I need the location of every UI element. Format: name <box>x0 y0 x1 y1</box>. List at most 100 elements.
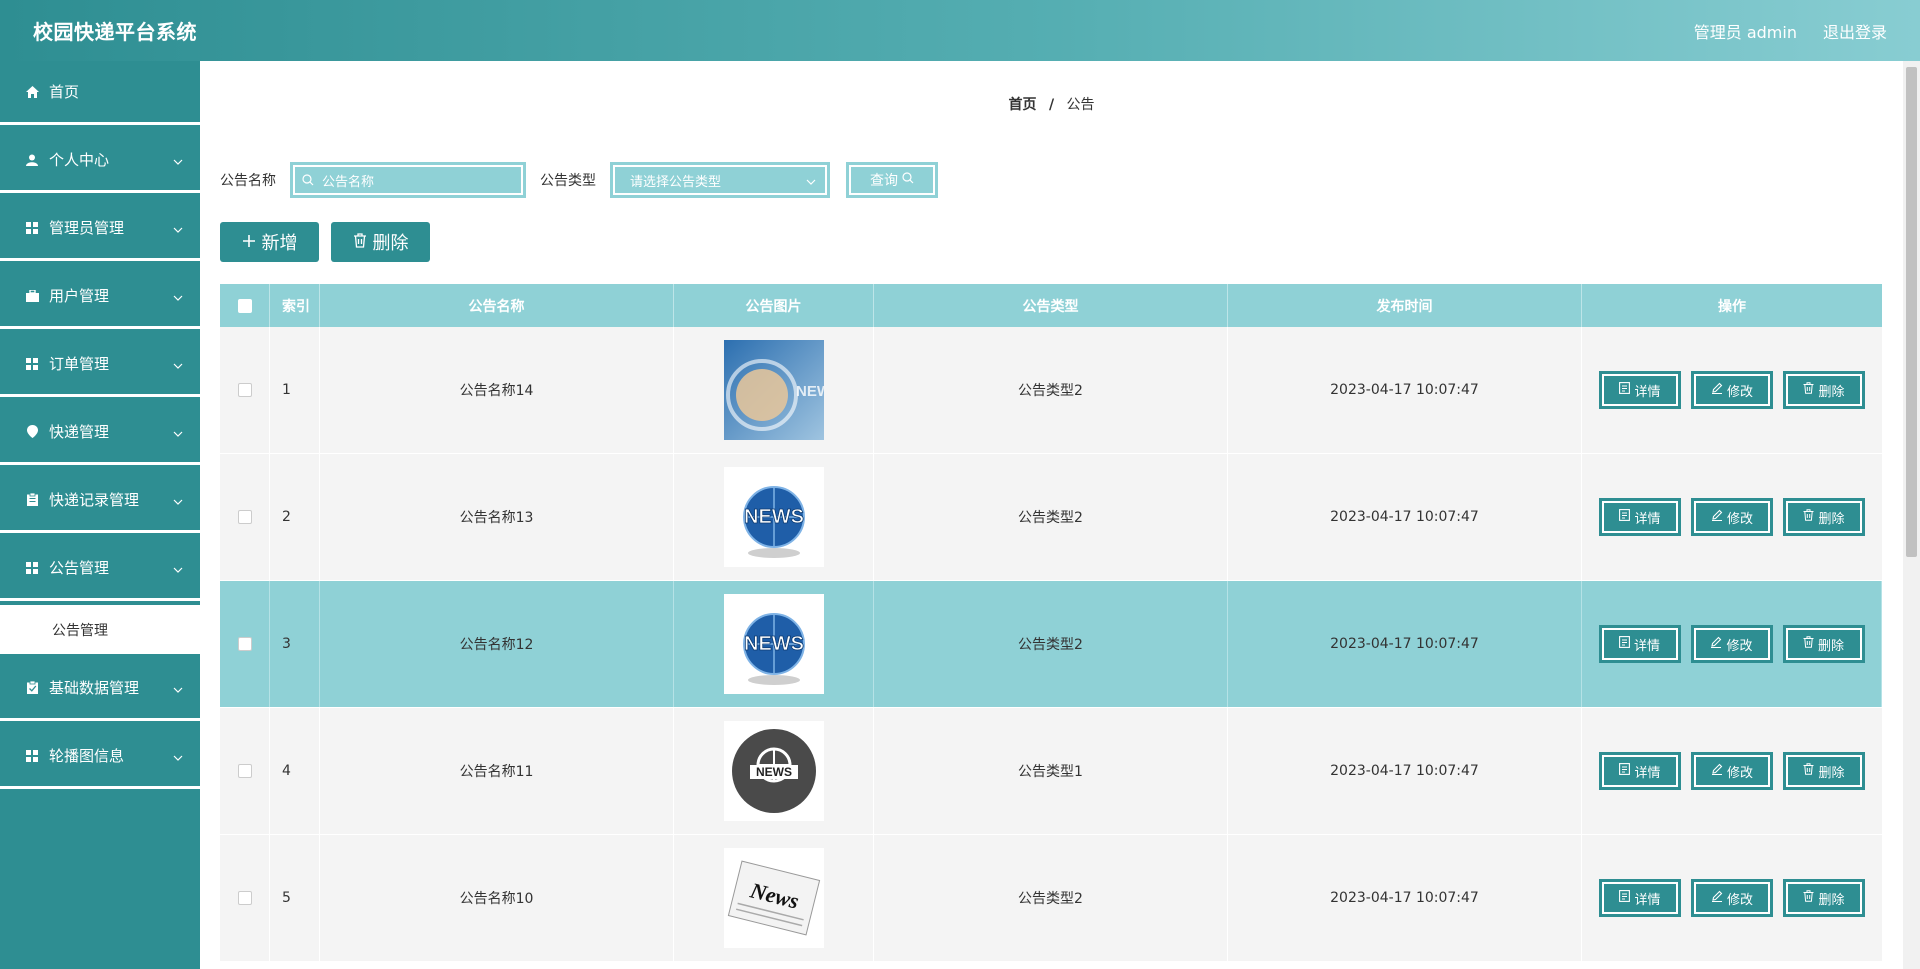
sidebar-item-basic-data-management[interactable]: 基础数据管理 <box>0 657 200 721</box>
row-checkbox[interactable] <box>237 637 252 651</box>
sidebar-item-express-record-management[interactable]: 快递记录管理 <box>0 469 200 533</box>
notice-name-label: 公告名称 <box>220 173 276 189</box>
row-delete-button[interactable]: 删除 <box>1783 371 1865 409</box>
table-row[interactable]: 3 公告名称12 NEWS 公告类型2 2023-04-17 10:07:47 详情 修改 删… <box>220 581 1882 708</box>
sidebar-item-notice-management[interactable]: 公告管理 <box>0 537 200 601</box>
action-row: 新增 删除 <box>220 222 430 262</box>
detail-button[interactable]: 详情 <box>1599 371 1681 409</box>
chevron-down-icon <box>172 494 184 506</box>
row-notice-type: 公告类型2 <box>874 581 1228 707</box>
row-delete-button-label: 删除 <box>1818 384 1845 400</box>
sidebar-item-label: 管理员管理 <box>49 219 125 237</box>
detail-button[interactable]: 详情 <box>1599 752 1681 790</box>
detail-button[interactable]: 详情 <box>1599 879 1681 917</box>
header-ops: 操作 <box>1718 298 1746 315</box>
row-checkbox[interactable] <box>237 891 252 905</box>
grid-icon <box>25 749 39 763</box>
notice-thumbnail[interactable]: NEWS <box>723 467 824 567</box>
sidebar-item-admin-management[interactable]: 管理员管理 <box>0 197 200 261</box>
detail-button[interactable]: 详情 <box>1598 625 1681 663</box>
row-select-cell[interactable] <box>220 581 270 707</box>
row-delete-button[interactable]: 删除 <box>1783 498 1865 536</box>
row-select-cell[interactable] <box>220 454 270 580</box>
trash-icon <box>1803 509 1814 525</box>
sidebar-item-express-management[interactable]: 快递管理 <box>0 401 200 465</box>
sidebar-item-label: 个人中心 <box>49 151 110 169</box>
edit-button[interactable]: 修改 <box>1690 625 1773 663</box>
pencil-icon <box>1710 636 1722 652</box>
row-checkbox[interactable] <box>237 383 252 397</box>
row-checkbox[interactable] <box>237 510 252 524</box>
row-index: 4 <box>270 708 320 834</box>
header-select-all[interactable] <box>220 284 270 327</box>
row-delete-button[interactable]: 删除 <box>1783 752 1865 790</box>
row-image-cell: NEWS <box>674 454 874 580</box>
chevron-down-icon <box>172 750 184 762</box>
breadcrumb-home[interactable]: 首页 <box>1008 97 1036 113</box>
home-icon <box>25 85 39 99</box>
sidebar-item-carousel-info[interactable]: 轮播图信息 <box>0 725 200 789</box>
edit-button-label: 修改 <box>1726 384 1753 400</box>
pencil-icon <box>1711 890 1723 906</box>
table-row[interactable]: 2 公告名称13 NEWS 公告类型2 2023-04-17 10:07:47 详情 修改 删… <box>220 454 1882 581</box>
row-delete-button[interactable]: 删除 <box>1782 625 1865 663</box>
add-button-label: 新增 <box>261 233 298 254</box>
page-scrollbar[interactable] <box>1903 61 1920 969</box>
select-all-checkbox[interactable] <box>237 298 252 313</box>
trash-icon <box>1803 636 1814 652</box>
row-checkbox[interactable] <box>237 764 252 778</box>
breadcrumb: 首页 / 公告 <box>200 94 1903 114</box>
sidebar-item-label: 首页 <box>49 83 80 101</box>
sidebar-item-order-management[interactable]: 订单管理 <box>0 333 200 397</box>
row-ops-cell: 详情 修改 删除 <box>1582 835 1882 961</box>
svg-text:NEWS: NEWS <box>744 506 804 528</box>
table-row[interactable]: 4 公告名称11 NEWS 公告类型1 2023-04-17 10:07:47 详情 修改 删… <box>220 708 1882 835</box>
sidebar-item-user-management[interactable]: 用户管理 <box>0 265 200 329</box>
notice-name-input[interactable]: 公告名称 <box>290 162 526 198</box>
edit-button-label: 修改 <box>1726 511 1753 527</box>
chevron-down-icon <box>172 426 184 438</box>
scrollbar-thumb[interactable] <box>1906 67 1917 557</box>
current-user-label[interactable]: 管理员 admin <box>1694 19 1797 43</box>
grid-icon <box>25 357 39 371</box>
sidebar-item-label: 公告管理 <box>49 559 110 577</box>
notice-thumbnail[interactable]: NEWS <box>723 721 824 821</box>
row-select-cell[interactable] <box>220 835 270 961</box>
notice-thumbnail[interactable]: News <box>723 848 824 948</box>
row-notice-type: 公告类型1 <box>874 708 1228 834</box>
row-delete-button[interactable]: 删除 <box>1783 879 1865 917</box>
sidebar-item-label: 快递管理 <box>49 423 110 441</box>
logout-link[interactable]: 退出登录 <box>1823 19 1887 43</box>
edit-button[interactable]: 修改 <box>1691 371 1773 409</box>
header-time: 发布时间 <box>1228 284 1582 327</box>
row-publish-time: 2023-04-17 10:07:47 <box>1228 581 1582 707</box>
query-button[interactable]: 查询 <box>846 162 938 198</box>
detail-button[interactable]: 详情 <box>1599 498 1681 536</box>
edit-button[interactable]: 修改 <box>1691 498 1773 536</box>
sidebar-subitem-notice-management[interactable]: 公告管理 <box>0 605 200 657</box>
notice-type-select[interactable]: 请选择公告类型 <box>610 162 830 198</box>
table-row[interactable]: 5 公告名称10 News 公告类型2 2023-04-17 10:07:47 详情 修改 删… <box>220 835 1882 962</box>
notice-thumbnail[interactable]: NEWS <box>723 594 824 694</box>
row-notice-name: 公告名称10 <box>320 835 674 961</box>
row-notice-name: 公告名称14 <box>320 327 674 453</box>
document-icon <box>1619 382 1631 398</box>
trash-icon <box>1803 382 1814 398</box>
edit-button[interactable]: 修改 <box>1691 752 1773 790</box>
notice-thumbnail[interactable]: NEWS <box>723 340 824 440</box>
chevron-down-icon <box>172 154 184 166</box>
chevron-up-icon <box>172 562 184 574</box>
edit-button[interactable]: 修改 <box>1691 879 1773 917</box>
sidebar-item-home[interactable]: 首页 <box>0 61 200 125</box>
detail-button-label: 详情 <box>1634 765 1661 781</box>
row-index: 2 <box>270 454 320 580</box>
sidebar-item-personal-center[interactable]: 个人中心 <box>0 129 200 193</box>
row-image-cell: News <box>674 835 874 961</box>
table-row[interactable]: 1公告名称14 NEWS 公告类型22023-04-17 10:07:47 详情 修改 删… <box>220 327 1882 454</box>
row-select-cell[interactable] <box>220 327 270 453</box>
plus-icon <box>242 232 256 253</box>
row-select-cell[interactable] <box>220 708 270 834</box>
add-button[interactable]: 新增 <box>220 222 319 262</box>
batch-delete-button[interactable]: 删除 <box>331 222 430 262</box>
row-image-cell: NEWS <box>674 708 874 834</box>
